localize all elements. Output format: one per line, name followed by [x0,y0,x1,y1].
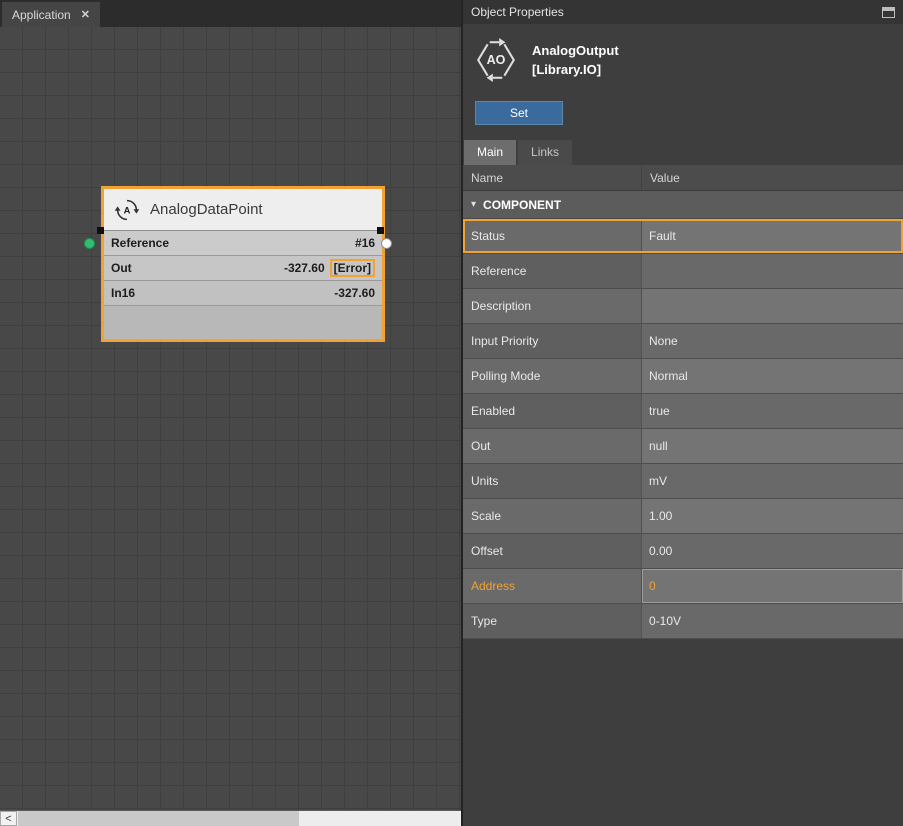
object-icon-letters: AO [487,53,506,67]
property-row-enabled: Enabled true [463,394,903,429]
scroll-left-button[interactable]: < [0,811,17,826]
column-header-value: Value [641,165,903,190]
scrollbar-thumb[interactable] [18,811,299,826]
property-row-input-priority: Input Priority None [463,324,903,359]
property-row-address: Address 0 [463,569,903,604]
property-value[interactable]: 0.00 [641,534,903,568]
property-name: Address [463,569,641,603]
property-value[interactable]: Fault [641,219,903,253]
app-window: Application ✕ A AnalogDataPoint Re [0,0,903,826]
property-value[interactable]: Normal [641,359,903,393]
grid-header: Name Value [463,165,903,191]
property-name: Description [463,289,641,323]
property-row-reference: Reference [463,254,903,289]
selection-handle-left[interactable] [97,227,104,234]
property-name: Enabled [463,394,641,428]
property-name: Status [463,219,641,253]
slot-name: Reference [111,236,169,250]
node-slot-in16[interactable]: In16 -327.60 [104,281,382,306]
property-name: Units [463,464,641,498]
analog-output-icon: AO [473,37,519,83]
property-name: Type [463,604,641,638]
property-value[interactable] [641,289,903,323]
error-badge: [Error] [330,259,375,277]
property-grid: Name Value ▾ COMPONENT Status Fault Refe… [463,165,903,639]
analog-point-icon: A [114,197,140,223]
collapse-arrow-icon: ▾ [471,199,476,210]
property-value[interactable]: 0-10V [641,604,903,638]
tab-links[interactable]: Links [518,140,572,165]
node-title-bar[interactable]: A AnalogDataPoint [104,189,382,231]
property-value[interactable]: 0 [641,569,903,603]
property-value[interactable]: null [641,429,903,463]
object-name: AnalogOutput [532,41,619,61]
editor-tabbar: Application ✕ [0,0,461,27]
property-value[interactable] [641,254,903,288]
wiresheet-canvas[interactable]: A AnalogDataPoint Reference #16 Out -327… [0,27,461,810]
horizontal-scrollbar[interactable]: < [0,810,461,826]
property-name: Offset [463,534,641,568]
slot-name: Out [111,261,132,275]
node-footer [104,306,382,339]
output-port[interactable] [381,238,392,249]
panel-titlebar: Object Properties [463,0,903,24]
section-component[interactable]: ▾ COMPONENT [463,191,903,219]
property-row-description: Description [463,289,903,324]
panel-empty-area [463,639,903,826]
property-name: Input Priority [463,324,641,358]
close-tab-icon[interactable]: ✕ [81,8,90,21]
slot-name: In16 [111,286,135,300]
set-button[interactable]: Set [475,101,563,125]
property-row-polling-mode: Polling Mode Normal [463,359,903,394]
property-row-scale: Scale 1.00 [463,499,903,534]
property-row-offset: Offset 0.00 [463,534,903,569]
tab-main[interactable]: Main [464,140,516,165]
selection-handle-right[interactable] [377,227,384,234]
node-slot-out[interactable]: Out -327.60 [Error] [104,256,382,281]
input-port[interactable] [84,238,95,249]
panel-title: Object Properties [471,5,564,19]
property-value[interactable]: 1.00 [641,499,903,533]
properties-tabs: Main Links [463,140,903,165]
dock-window-icon[interactable] [882,7,895,18]
property-value[interactable]: None [641,324,903,358]
tab-application[interactable]: Application ✕ [2,2,100,27]
property-row-status: Status Fault [463,219,903,254]
column-header-name: Name [463,165,641,190]
property-row-units: Units mV [463,464,903,499]
property-name: Polling Mode [463,359,641,393]
object-title: AnalogOutput [Library.IO] [532,41,619,80]
node-icon-letter: A [124,205,131,215]
property-name: Scale [463,499,641,533]
slot-value: -327.60 [334,286,375,300]
property-value[interactable]: true [641,394,903,428]
property-value[interactable]: mV [641,464,903,498]
object-properties-panel: Object Properties AO AnalogOutput [Libra… [461,0,903,826]
slot-value: -327.60 [284,261,325,275]
node-slot-reference[interactable]: Reference #16 [104,231,382,256]
property-row-out: Out null [463,429,903,464]
object-library: [Library.IO] [532,60,619,80]
tab-application-label: Application [12,8,71,22]
slot-value: #16 [355,236,375,250]
node-title: AnalogDataPoint [150,201,263,218]
property-name: Out [463,429,641,463]
function-block-node[interactable]: A AnalogDataPoint Reference #16 Out -327… [101,186,385,342]
property-row-type: Type 0-10V [463,604,903,639]
object-header: AO AnalogOutput [Library.IO] [463,24,903,87]
editor-panel: Application ✕ A AnalogDataPoint Re [0,0,461,826]
section-label: COMPONENT [483,198,561,212]
property-name: Reference [463,254,641,288]
